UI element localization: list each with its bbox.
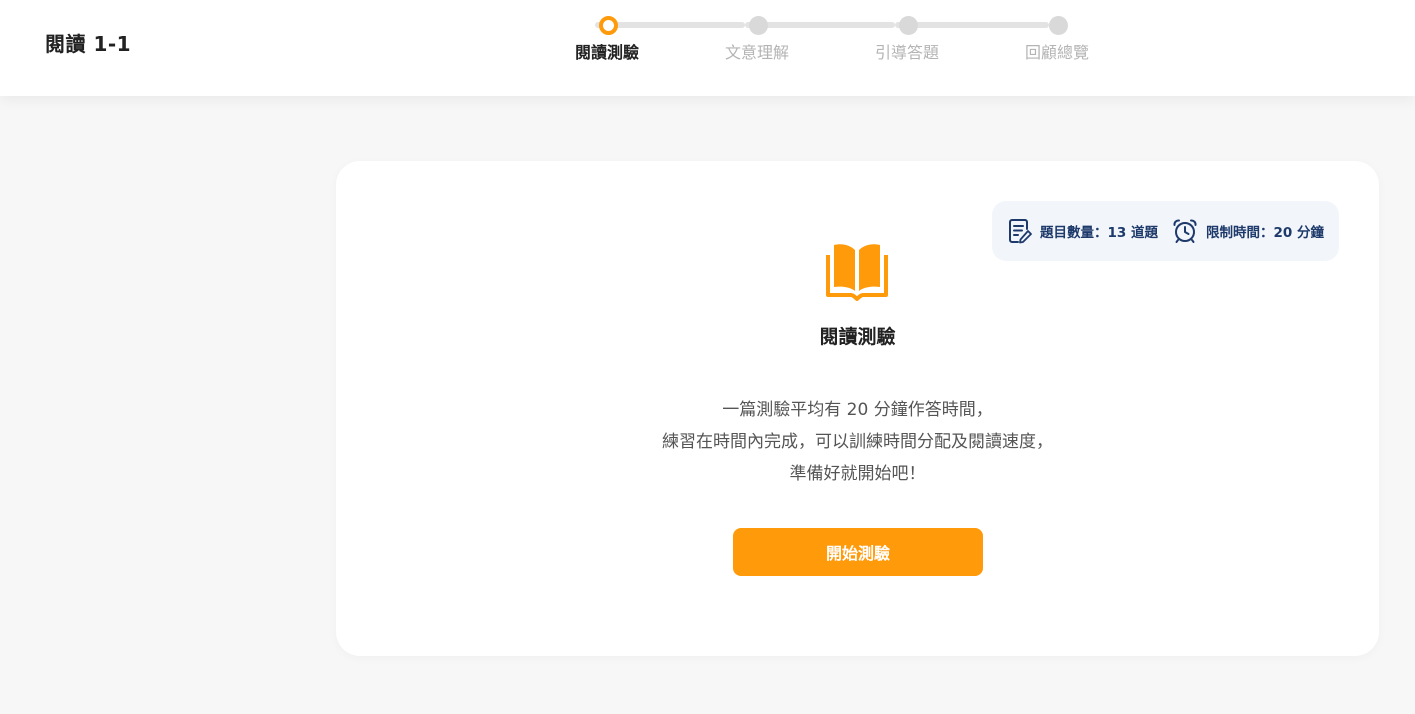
step-dot-reading-test: [599, 16, 618, 35]
question-count-text: 題目數量：13 道題: [1040, 225, 1158, 241]
description-line: 準備好就開始吧！: [789, 464, 926, 484]
progress-stepper: 閱讀測驗 文意理解 引導答題 回顧總覽: [575, 15, 1095, 65]
open-book-icon: [826, 244, 888, 301]
step-label-review: 回顧總覽: [1024, 43, 1089, 62]
time-limit-text: 限制時間：20 分鐘: [1206, 225, 1324, 241]
alarm-clock-icon: [1173, 219, 1197, 243]
step-label-reading-test: 閱讀測驗: [574, 43, 639, 62]
question-list-icon: [1009, 219, 1032, 244]
step-label-comprehension: 文意理解: [724, 43, 789, 62]
test-description: 一篇測驗平均有 20 分鐘作答時間， 練習在時間內完成，可以訓練時間分配及閱讀速…: [336, 394, 1379, 490]
top-bar: 閱讀 1-1 閱讀測驗 文意理解 引導答題 回顧總覽: [0, 0, 1415, 96]
test-intro-card: 題目數量：13 道題 限制時間：20 分鐘 閱讀測驗 一篇測驗平均有 20 分鐘…: [336, 161, 1379, 656]
card-title: 閱讀測驗: [819, 326, 896, 348]
description-line: 一篇測驗平均有 20 分鐘作答時間，: [722, 400, 993, 420]
test-info-box: 題目數量：13 道題 限制時間：20 分鐘: [992, 201, 1339, 261]
question-count: 題目數量：13 道題: [1008, 218, 1158, 244]
step-label-guided-answer: 引導答題: [874, 43, 939, 62]
step-dot-comprehension: [749, 16, 768, 35]
description-line: 練習在時間內完成，可以訓練時間分配及閱讀速度，: [662, 432, 1053, 452]
step-dot-review: [1049, 16, 1068, 35]
step-connector: [895, 22, 1049, 28]
time-limit: 限制時間：20 分鐘: [1172, 218, 1324, 244]
page-title: 閱讀 1-1: [45, 32, 132, 56]
start-test-button[interactable]: 開始測驗: [733, 528, 983, 576]
step-dot-guided-answer: [899, 16, 918, 35]
